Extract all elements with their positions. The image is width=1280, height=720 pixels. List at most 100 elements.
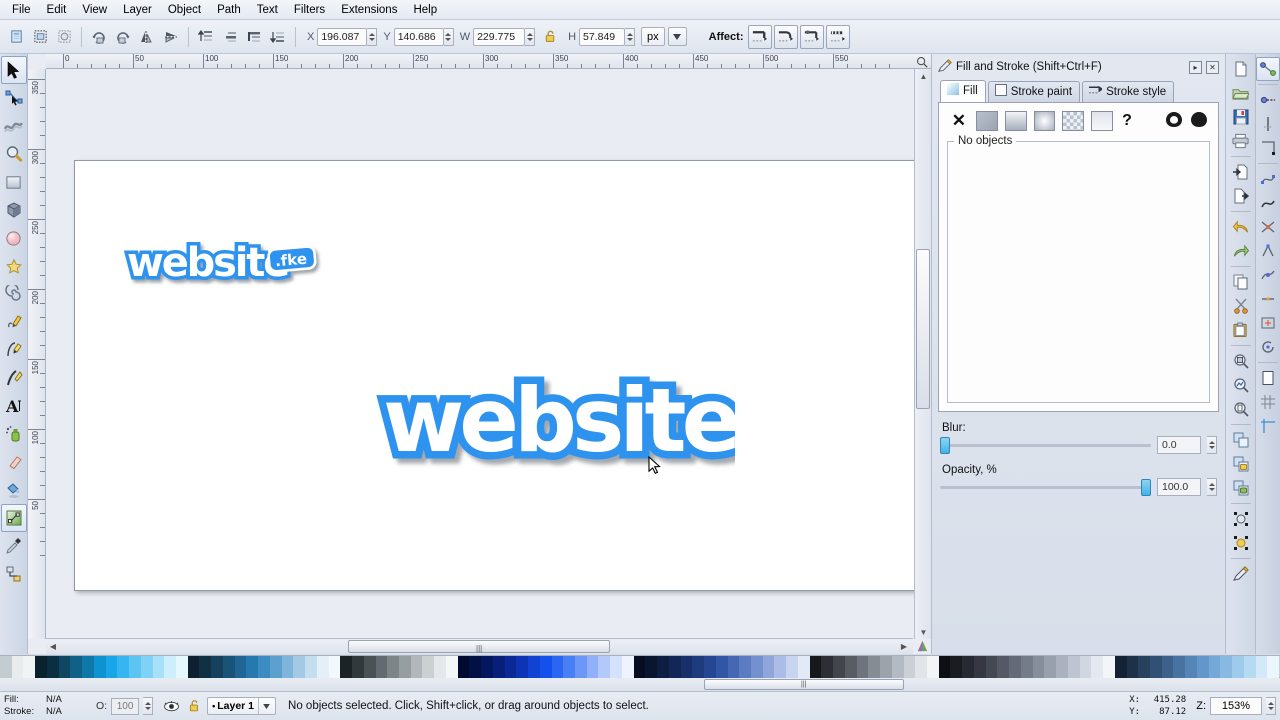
lower-icon[interactable] (243, 26, 265, 48)
horizontal-scrollbar[interactable]: ◀ ||| ▶ (46, 638, 913, 654)
palette-swatch[interactable] (574, 656, 587, 679)
fill-stroke-icon[interactable] (1229, 562, 1253, 586)
palette-swatch[interactable] (46, 656, 59, 679)
affect-rounded-corners-button[interactable] (773, 24, 798, 49)
flip-horizontal-icon[interactable] (136, 26, 158, 48)
menu-filters[interactable]: Filters (286, 2, 333, 18)
palette-swatch[interactable] (1020, 656, 1033, 679)
palette-swatch[interactable] (140, 656, 153, 679)
menu-help[interactable]: Help (405, 2, 445, 18)
palette-swatch[interactable] (23, 656, 36, 679)
status-opacity-field[interactable]: 100 (111, 697, 140, 715)
scroll-right-arrow-icon[interactable]: ▶ (897, 639, 911, 654)
drawing-canvas[interactable]: website .fke website (47, 70, 914, 624)
snap-enable-icon[interactable] (1256, 57, 1280, 81)
tweak-tool[interactable] (1, 112, 27, 140)
ellipse-tool[interactable] (1, 224, 27, 252)
palette-swatch[interactable] (821, 656, 834, 679)
palette-swatch[interactable] (481, 656, 493, 679)
dialog-close-button[interactable]: ✕ (1206, 60, 1219, 74)
palette-swatch[interactable] (58, 656, 71, 679)
scroll-up-arrow-icon[interactable]: ▲ (915, 69, 932, 83)
snap-guide-icon[interactable] (1256, 414, 1280, 438)
horizontal-ruler[interactable]: 0 50 100 150 200 250 300 350 400 450 500 550 (46, 54, 931, 69)
ungroup-icon[interactable] (1229, 476, 1253, 500)
export-icon[interactable] (1229, 184, 1253, 208)
lower-to-bottom-icon[interactable] (267, 26, 289, 48)
snap-path-icon[interactable] (1256, 191, 1280, 215)
snap-cusp-node-icon[interactable] (1256, 239, 1280, 263)
palette-swatch[interactable] (469, 656, 482, 679)
spiral-tool[interactable] (1, 280, 27, 308)
palette-swatch[interactable] (786, 656, 798, 679)
palette-swatch[interactable] (492, 656, 505, 679)
affect-gradients-button[interactable] (799, 24, 824, 49)
h-field[interactable]: 57.849 (579, 27, 626, 46)
palette-swatch[interactable] (164, 656, 177, 679)
palette-swatch[interactable] (269, 656, 282, 679)
raise-to-top-icon[interactable] (195, 26, 217, 48)
import-icon[interactable] (1229, 160, 1253, 184)
palette-swatch[interactable] (1243, 656, 1256, 679)
bucket-fill-tool[interactable] (1, 476, 27, 504)
palette-swatch[interactable] (668, 656, 681, 679)
palette-swatch[interactable] (0, 656, 12, 679)
y-field[interactable]: 140.686 (393, 27, 444, 46)
fill-stroke-indicator[interactable]: Fill: N/A Stroke: N/A (4, 694, 78, 718)
snap-object-rotation-icon[interactable] (1256, 335, 1280, 359)
palette-swatch[interactable] (316, 656, 329, 679)
palette-swatch[interactable] (105, 656, 118, 679)
palette-swatch[interactable] (868, 656, 881, 679)
new-document-icon[interactable] (1229, 57, 1253, 81)
palette-swatch[interactable] (657, 656, 669, 679)
palette-swatch[interactable] (1232, 656, 1244, 679)
palette-swatch[interactable] (1220, 656, 1233, 679)
menu-text[interactable]: Text (249, 2, 286, 18)
palette-swatch[interactable] (328, 656, 341, 679)
palette-swatch[interactable] (1185, 656, 1197, 679)
zoom-drawing-icon[interactable] (1229, 373, 1253, 397)
unit-select[interactable]: px (641, 27, 665, 46)
horizontal-scroll-thumb[interactable]: ||| (348, 640, 610, 653)
paste-icon[interactable] (1229, 318, 1253, 342)
tab-stroke-paint[interactable]: Stroke paint (987, 81, 1081, 102)
palette-swatch[interactable] (11, 656, 24, 679)
align-icon[interactable] (1229, 531, 1253, 555)
palette-swatch[interactable] (434, 656, 446, 679)
snap-bounding-box-icon[interactable] (1256, 88, 1280, 112)
palette-swatch[interactable] (352, 656, 364, 679)
redo-icon[interactable] (1229, 239, 1253, 263)
zoom-page-icon[interactable] (1229, 397, 1253, 421)
fill-flat-color-button[interactable] (975, 111, 998, 131)
vertical-ruler[interactable]: 350 300 250 200 150 100 50 (28, 69, 46, 639)
snap-page-border-icon[interactable] (1256, 366, 1280, 390)
fill-radial-gradient-button[interactable] (1033, 111, 1056, 131)
palette-swatch[interactable] (1149, 656, 1162, 679)
palette-swatch[interactable] (1161, 656, 1174, 679)
connector-tool[interactable] (1, 560, 27, 588)
palette-swatch[interactable] (680, 656, 693, 679)
flip-vertical-icon[interactable] (160, 26, 182, 48)
menu-extensions[interactable]: Extensions (333, 2, 405, 18)
cut-icon[interactable] (1229, 294, 1253, 318)
dialog-menu-button[interactable]: ▸ (1189, 60, 1202, 74)
palette-swatch[interactable] (293, 656, 306, 679)
palette-swatch[interactable] (281, 656, 294, 679)
group-icon[interactable] (1229, 452, 1253, 476)
select-all-in-all-layers-icon[interactable] (29, 26, 51, 48)
palette-swatch[interactable] (692, 656, 705, 679)
palette-swatch[interactable] (950, 656, 963, 679)
palette-swatch[interactable] (985, 656, 998, 679)
open-document-icon[interactable] (1229, 81, 1253, 105)
palette-swatch[interactable] (809, 656, 822, 679)
node-tool[interactable] (1, 84, 27, 112)
palette-swatch[interactable] (1126, 656, 1139, 679)
copy-icon[interactable] (1229, 270, 1253, 294)
palette-swatch[interactable] (211, 656, 223, 679)
palette-swatch[interactable] (117, 656, 130, 679)
palette-swatch[interactable] (93, 656, 106, 679)
zoom-tool[interactable] (1, 140, 27, 168)
palette-swatch[interactable] (1208, 656, 1221, 679)
palette-swatch[interactable] (1009, 656, 1021, 679)
calligraphy-tool[interactable] (1, 364, 27, 392)
